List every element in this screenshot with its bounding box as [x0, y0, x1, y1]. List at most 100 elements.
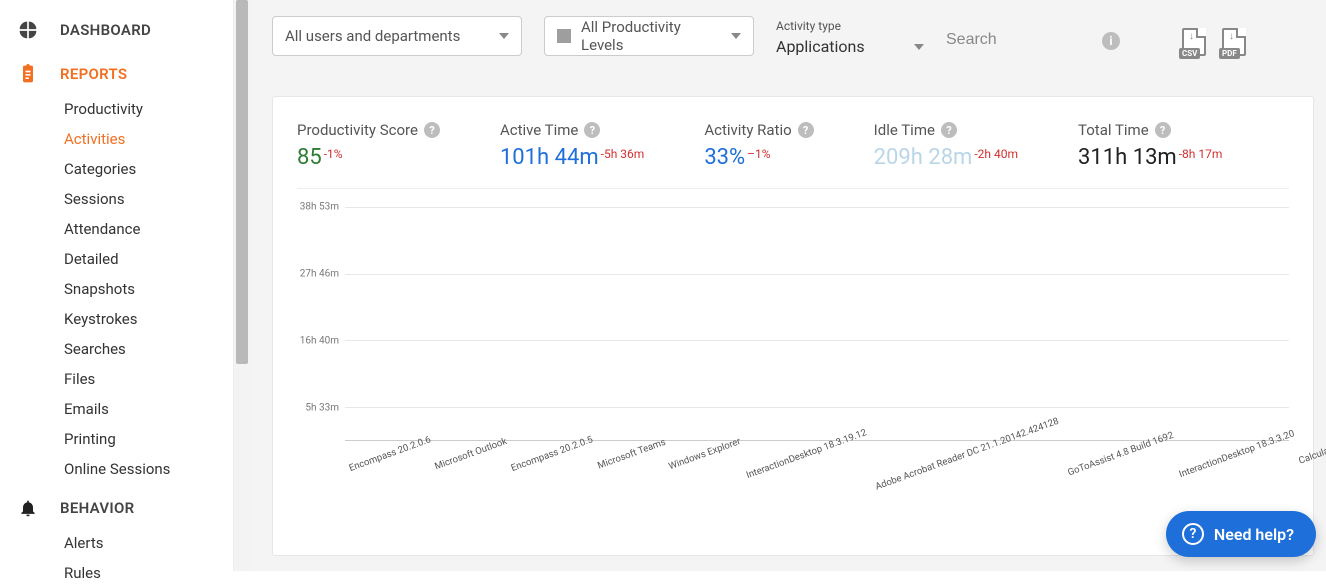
export-icons: ↓ CSV ↓ PDF [1182, 28, 1246, 56]
metric-value: 33%–1% [704, 145, 813, 170]
search-input[interactable] [946, 25, 1096, 56]
metric-delta: -5h 36m [601, 147, 645, 161]
help-icon[interactable]: ? [798, 122, 814, 138]
main-area: All users and departments All Productivi… [250, 0, 1326, 571]
help-icon[interactable]: ? [941, 122, 957, 138]
grid-line [345, 274, 1289, 275]
metric-delta: -2h 40m [974, 147, 1018, 161]
x-label: Windows Explorer [668, 436, 759, 516]
activity-type-label: Activity type [776, 19, 924, 33]
nav-behavior-label: BEHAVIOR [60, 499, 134, 517]
metric-active-time: Active Time ? 101h 44m-5h 36m [500, 121, 644, 170]
info-icon[interactable]: i [1102, 32, 1120, 50]
grid-line [345, 207, 1289, 208]
activity-type-value: Applications [776, 37, 865, 56]
sidebar-item-searches[interactable]: Searches [64, 334, 233, 364]
nav-behavior-items: AlertsRules [64, 528, 233, 588]
chart-bars [345, 207, 1289, 440]
chart-plot [345, 207, 1289, 441]
nav-dashboard[interactable]: DASHBOARD [0, 10, 233, 50]
activity-type-dropdown[interactable]: Activity type Applications [776, 19, 924, 56]
metrics-row: Productivity Score ? 85-1% Active Time ? 10… [297, 121, 1289, 189]
level-swatch-icon [557, 29, 571, 43]
nav-section-dashboard: DASHBOARD [0, 10, 233, 50]
x-label: Microsoft Teams [596, 437, 683, 516]
metric-value: 85-1% [297, 145, 440, 170]
chart-y-axis: 38h 53m27h 46m16h 40m5h 33m [297, 199, 345, 449]
need-help-button[interactable]: ? Need help? [1166, 511, 1316, 557]
sidebar-item-emails[interactable]: Emails [64, 394, 233, 424]
metric-delta: –1% [747, 147, 770, 161]
sidebar: DASHBOARD REPORTS ProductivityActivities… [0, 0, 234, 571]
nav-reports-items: ProductivityActivitiesCategoriesSessions… [64, 94, 233, 484]
need-help-label: Need help? [1214, 525, 1294, 544]
export-csv-button[interactable]: ↓ CSV [1182, 28, 1206, 56]
chevron-down-icon [731, 33, 741, 39]
sidebar-item-sessions[interactable]: Sessions [64, 184, 233, 214]
x-label: Encompass 20.2.0.5 [510, 434, 611, 518]
metric-total-time: Total Time ? 311h 13m-8h 17m [1078, 121, 1222, 170]
metric-label: Active Time ? [500, 121, 644, 139]
x-label: InteractionDesktop 18.3.3.20 [1178, 428, 1312, 524]
sidebar-item-keystrokes[interactable]: Keystrokes [64, 304, 233, 334]
filter-bar: All users and departments All Productivi… [250, 0, 1326, 74]
users-dropdown-label: All users and departments [285, 27, 491, 45]
chevron-down-icon [914, 44, 924, 50]
help-icon[interactable]: ? [424, 122, 440, 138]
sidebar-item-online-sessions[interactable]: Online Sessions [64, 454, 233, 484]
sidebar-item-alerts[interactable]: Alerts [64, 528, 233, 558]
nav-section-behavior: BEHAVIOR AlertsRules [0, 488, 233, 588]
sidebar-item-printing[interactable]: Printing [64, 424, 233, 454]
nav-reports[interactable]: REPORTS [0, 54, 233, 94]
sidebar-item-snapshots[interactable]: Snapshots [64, 274, 233, 304]
help-icon[interactable]: ? [584, 122, 600, 138]
help-question-icon: ? [1182, 523, 1204, 545]
metric-label: Idle Time ? [874, 121, 1018, 139]
y-tick: 27h 46m [300, 268, 339, 279]
levels-dropdown-label: All Productivity Levels [581, 18, 723, 54]
search-wrap: i [946, 25, 1130, 56]
sidebar-item-files[interactable]: Files [64, 364, 233, 394]
sidebar-item-activities[interactable]: Activities [64, 124, 233, 154]
metric-value: 311h 13m-8h 17m [1078, 145, 1222, 170]
bell-icon [18, 498, 38, 518]
metric-delta: -8h 17m [1179, 147, 1223, 161]
clipboard-icon [18, 64, 38, 84]
report-card: Productivity Score ? 85-1% Active Time ? 10… [272, 96, 1314, 556]
x-label: GoToAssist 4.8 Build 1692 [1066, 430, 1191, 523]
sidebar-item-detailed[interactable]: Detailed [64, 244, 233, 274]
productivity-levels-dropdown[interactable]: All Productivity Levels [544, 16, 754, 56]
users-dropdown[interactable]: All users and departments [272, 16, 522, 56]
help-icon[interactable]: ? [1155, 122, 1171, 138]
metric-value: 101h 44m-5h 36m [500, 145, 644, 170]
metric-label: Productivity Score ? [297, 121, 440, 139]
sidebar-scrollbar-thumb[interactable] [236, 0, 248, 364]
metric-label: Activity Ratio ? [704, 121, 813, 139]
sidebar-item-categories[interactable]: Categories [64, 154, 233, 184]
grid-line [345, 340, 1289, 341]
nav-dashboard-label: DASHBOARD [60, 21, 151, 39]
metric-activity-ratio: Activity Ratio ? 33%–1% [704, 121, 813, 170]
nav-section-reports: REPORTS ProductivityActivitiesCategories… [0, 54, 233, 484]
nav-behavior[interactable]: BEHAVIOR [0, 488, 233, 528]
sidebar-item-attendance[interactable]: Attendance [64, 214, 233, 244]
metric-value: 209h 28m-2h 40m [874, 145, 1018, 170]
x-label: Microsoft Outlook [434, 436, 525, 517]
sidebar-item-productivity[interactable]: Productivity [64, 94, 233, 124]
nav-reports-label: REPORTS [60, 65, 127, 83]
metric-label: Total Time ? [1078, 121, 1222, 139]
grid-line [345, 407, 1289, 408]
x-label: InteractionDesktop 18.3.19.12 [745, 427, 884, 525]
metric-idle-time: Idle Time ? 209h 28m-2h 40m [874, 121, 1018, 170]
metric-productivity-score: Productivity Score ? 85-1% [297, 121, 440, 170]
pie-chart-icon [18, 20, 38, 40]
chevron-down-icon [499, 33, 509, 39]
activities-chart: 38h 53m27h 46m16h 40m5h 33m Encompass 20… [297, 199, 1289, 499]
y-tick: 38h 53m [300, 202, 339, 213]
chart-x-labels: Encompass 20.2.0.6Microsoft OutlookEncom… [345, 441, 1289, 499]
pdf-tag: PDF [1219, 48, 1240, 59]
sidebar-item-rules[interactable]: Rules [64, 558, 233, 588]
x-label: Encompass 20.2.0.6 [348, 434, 449, 518]
metric-delta: -1% [324, 147, 343, 161]
export-pdf-button[interactable]: ↓ PDF [1222, 28, 1246, 56]
